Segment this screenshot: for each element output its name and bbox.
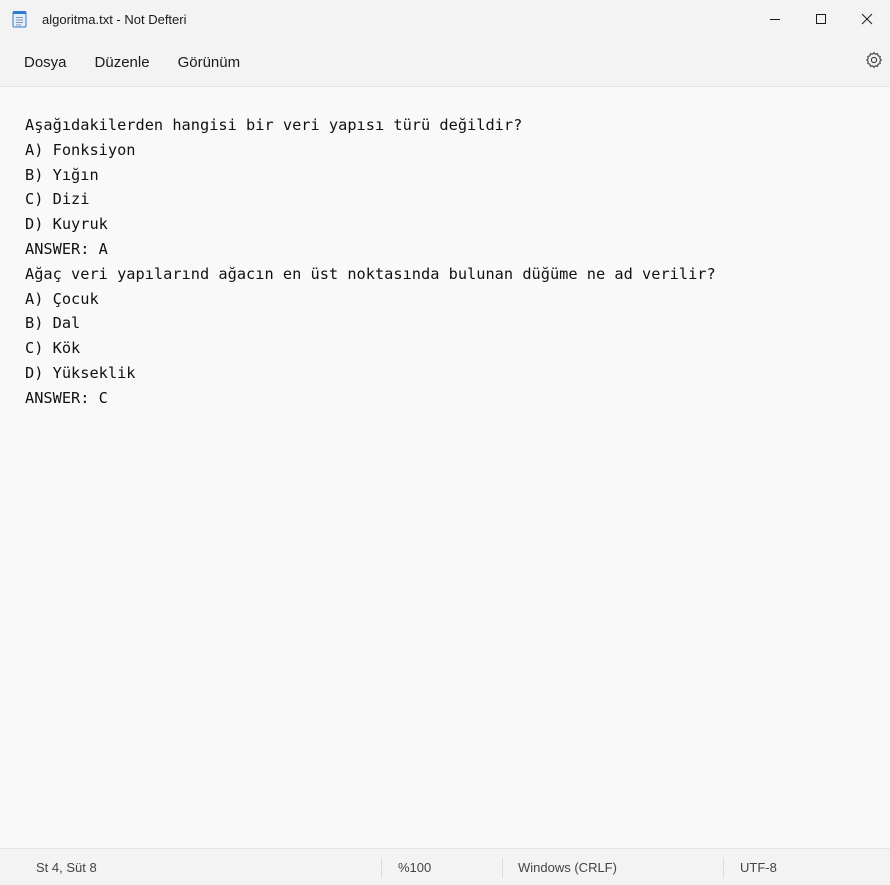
text-line: ANSWER: A bbox=[25, 239, 108, 258]
notepad-window: algoritma.txt - Not Defteri Dosya Düzenl… bbox=[0, 0, 890, 885]
maximize-icon bbox=[815, 13, 827, 25]
close-icon bbox=[861, 13, 873, 25]
menu-view[interactable]: Görünüm bbox=[164, 46, 255, 78]
menu-file[interactable]: Dosya bbox=[10, 46, 81, 78]
text-line: A) Fonksiyon bbox=[25, 140, 136, 159]
encoding: UTF-8 bbox=[740, 859, 777, 875]
window-controls bbox=[752, 0, 890, 38]
text-line: D) Yükseklik bbox=[25, 363, 136, 382]
minimize-button[interactable] bbox=[752, 0, 798, 38]
text-line: B) Dal bbox=[25, 314, 81, 333]
window-title: algoritma.txt - Not Defteri bbox=[42, 11, 187, 27]
menu-bar: Dosya Düzenle Görünüm bbox=[0, 38, 890, 87]
text-line: B) Yığın bbox=[25, 165, 99, 184]
menu-edit[interactable]: Düzenle bbox=[81, 46, 164, 78]
text-line: Ağaç veri yapılarınd ağacın en üst nokta… bbox=[25, 264, 716, 283]
text-line: D) Kuyruk bbox=[25, 215, 108, 234]
settings-button[interactable] bbox=[862, 50, 886, 74]
status-divider bbox=[381, 858, 382, 878]
cursor-position: St 4, Süt 8 bbox=[36, 859, 97, 875]
text-line: A) Çocuk bbox=[25, 289, 99, 308]
text-line: C) Dizi bbox=[25, 190, 90, 209]
title-bar[interactable]: algoritma.txt - Not Defteri bbox=[0, 0, 890, 38]
line-ending: Windows (CRLF) bbox=[518, 859, 617, 875]
status-divider bbox=[723, 858, 724, 878]
text-editor[interactable]: Aşağıdakilerden hangisi bir veri yapısı … bbox=[0, 87, 890, 848]
close-button[interactable] bbox=[844, 0, 890, 38]
status-divider bbox=[502, 858, 503, 878]
zoom-level: %100 bbox=[398, 859, 432, 875]
notepad-icon bbox=[12, 10, 28, 28]
gear-icon bbox=[865, 51, 883, 74]
minimize-icon bbox=[769, 13, 781, 25]
text-line: C) Kök bbox=[25, 339, 81, 358]
text-line: Aşağıdakilerden hangisi bir veri yapısı … bbox=[25, 116, 523, 134]
text-line: ANSWER: C bbox=[25, 388, 108, 407]
status-bar: St 4, Süt 8 %100 Windows (CRLF) UTF-8 bbox=[0, 848, 890, 885]
maximize-button[interactable] bbox=[798, 0, 844, 38]
